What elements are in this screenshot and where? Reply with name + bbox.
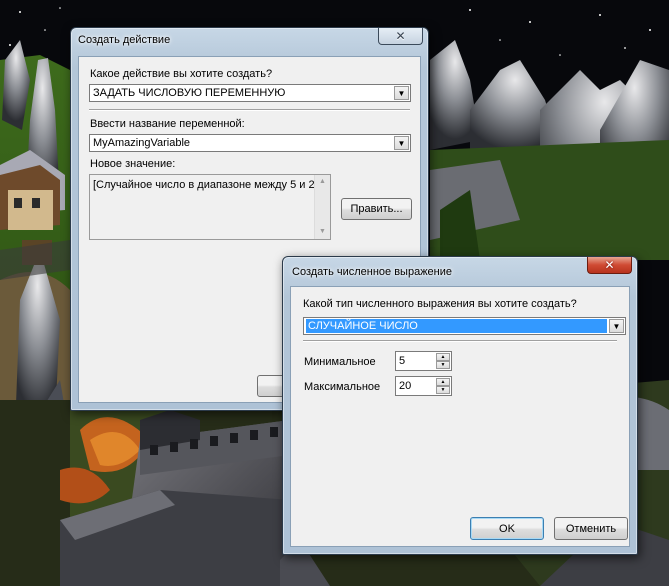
expression-type-label: Какой тип численного выражения вы хотите… bbox=[303, 298, 577, 310]
create-action-close-button[interactable]: ✕ bbox=[378, 28, 423, 45]
numeric-expression-titlebar[interactable]: Создать численное выражение ✕ bbox=[283, 257, 637, 279]
numeric-expression-close-button[interactable]: ✕ bbox=[587, 257, 632, 274]
cancel-button[interactable]: Отменить bbox=[554, 517, 628, 540]
new-value-label: Новое значение: bbox=[90, 158, 176, 170]
minimum-spin-buttons[interactable]: ▲ ▼ bbox=[436, 353, 450, 369]
variable-name-value: MyAmazingVariable bbox=[93, 137, 191, 149]
create-action-titlebar[interactable]: Создать действие ✕ bbox=[71, 28, 428, 50]
spin-up-icon[interactable]: ▲ bbox=[436, 353, 450, 361]
minimum-spinbox[interactable]: 5 ▲ ▼ bbox=[395, 351, 452, 371]
maximum-spinbox[interactable]: 20 ▲ ▼ bbox=[395, 376, 452, 396]
expression-type-select[interactable]: СЛУЧАЙНОЕ ЧИСЛО ▼ bbox=[303, 317, 626, 335]
chevron-down-icon[interactable]: ▼ bbox=[394, 136, 409, 150]
minimum-value: 5 bbox=[399, 355, 406, 367]
numeric-expression-dialog: Создать численное выражение ✕ Какой тип … bbox=[282, 256, 638, 555]
maximum-value: 20 bbox=[399, 380, 412, 392]
expression-type-value: СЛУЧАЙНОЕ ЧИСЛО bbox=[306, 319, 607, 333]
action-type-select[interactable]: ЗАДАТЬ ЧИСЛОВУЮ ПЕРЕМЕННУЮ ▼ bbox=[89, 84, 411, 102]
maximum-spin-buttons[interactable]: ▲ ▼ bbox=[436, 378, 450, 394]
numeric-expression-client: Какой тип численного выражения вы хотите… bbox=[290, 286, 630, 547]
create-action-title: Создать действие bbox=[78, 34, 171, 46]
numeric-expression-title: Создать численное выражение bbox=[292, 266, 453, 278]
ok-button[interactable]: OK bbox=[470, 517, 544, 540]
maximum-label: Максимальное bbox=[304, 381, 381, 393]
spin-down-icon[interactable]: ▼ bbox=[436, 361, 450, 369]
edit-button[interactable]: Править... bbox=[341, 198, 412, 220]
action-type-label: Какое действие вы хотите создать? bbox=[90, 68, 273, 80]
scroll-up-icon[interactable]: ▲ bbox=[315, 175, 330, 189]
variable-name-select[interactable]: MyAmazingVariable ▼ bbox=[89, 134, 411, 152]
variable-name-label: Ввести название переменной: bbox=[90, 118, 245, 130]
spin-down-icon[interactable]: ▼ bbox=[436, 386, 450, 394]
new-value-text: [Случайное число в диапазоне между 5 и 2… bbox=[93, 179, 314, 191]
chevron-down-icon[interactable]: ▼ bbox=[394, 86, 409, 100]
divider bbox=[89, 109, 410, 111]
minimum-label: Минимальное bbox=[304, 356, 376, 368]
new-value-scrollbar[interactable]: ▲ ▼ bbox=[314, 175, 330, 239]
chevron-down-icon[interactable]: ▼ bbox=[609, 319, 624, 333]
action-type-value: ЗАДАТЬ ЧИСЛОВУЮ ПЕРЕМЕННУЮ bbox=[93, 87, 286, 99]
spin-up-icon[interactable]: ▲ bbox=[436, 378, 450, 386]
new-value-textbox[interactable]: [Случайное число в диапазоне между 5 и 2… bbox=[89, 174, 331, 240]
scroll-down-icon[interactable]: ▼ bbox=[315, 225, 330, 239]
divider bbox=[303, 340, 617, 342]
